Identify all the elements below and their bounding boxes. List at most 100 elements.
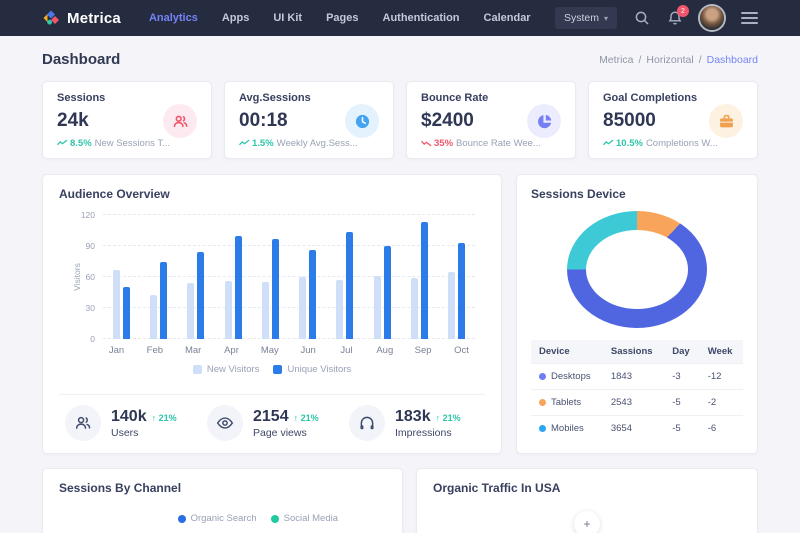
x-tick-label: Jun (298, 345, 319, 356)
bar-unique-visitors (197, 252, 204, 339)
day-cell: -5 (664, 416, 700, 442)
stat-card-bounce-rate: Bounce Rate $2400 35% Bounce Rate Wee... (406, 81, 576, 159)
sessions-by-channel-title: Sessions By Channel (59, 481, 386, 495)
summary-label: Users (111, 427, 177, 439)
x-tick-label: May (259, 345, 280, 356)
sessions-device-donut-chart (567, 211, 707, 328)
legend-swatch (193, 365, 202, 374)
breadcrumb-item-horizontal[interactable]: Horizontal (646, 54, 693, 66)
summary-delta: ↑ 21% (294, 413, 319, 423)
stat-desc-text: Weekly Avg.Sess... (277, 138, 358, 148)
eye-icon (207, 405, 243, 441)
search-button[interactable] (634, 10, 650, 26)
stat-card-goal-completions: Goal Completions 85000 10.5% Completions… (588, 81, 758, 159)
y-tick-label: 90 (86, 241, 95, 251)
page-header: Dashboard Metrica / Horizontal / Dashboard (0, 36, 800, 81)
stat-value: 00:18 (239, 110, 288, 132)
breadcrumb-item-dashboard[interactable]: Dashboard (707, 54, 758, 66)
bar-new-visitors (299, 277, 306, 339)
audience-summary-row: 140k ↑ 21% Users (59, 394, 485, 441)
nav-item-ui-kit[interactable]: UI Kit (273, 12, 302, 24)
system-dropdown-label: System (564, 12, 599, 24)
legend-item-new-visitors: New Visitors (193, 364, 260, 375)
column-header-device: Device (531, 340, 603, 364)
legend-item-organic-search: Organic Search (178, 513, 257, 524)
nav-item-pages[interactable]: Pages (326, 12, 358, 24)
sessions-device-card: Sessions Device DeviceSassionsDayWeek De… (516, 174, 758, 454)
y-tick-label: 60 (86, 272, 95, 282)
organic-traffic-usa-card: Organic Traffic In USA + (416, 468, 758, 533)
top-navbar: Metrica Analytics Apps UI Kit Pages Authenti… (0, 0, 800, 36)
y-tick-label: 120 (81, 210, 95, 220)
device-dot (539, 399, 546, 406)
navbar-actions: System ▾ 2 (555, 6, 758, 30)
bar-unique-visitors (235, 236, 242, 339)
stat-desc-text: Completions W... (646, 138, 718, 148)
table-row-tablets: Tablets2543-5-2 (531, 390, 743, 416)
device-cell: Desktops (531, 364, 603, 390)
users-icon (65, 405, 101, 441)
system-dropdown[interactable]: System ▾ (555, 7, 617, 29)
nav-item-authentication[interactable]: Authentication (383, 12, 460, 24)
bar-group-sep (411, 215, 428, 339)
day-cell: -5 (664, 390, 700, 416)
x-tick-label: Aug (374, 345, 395, 356)
week-cell: -2 (700, 390, 743, 416)
nav-item-calendar[interactable]: Calendar (484, 12, 531, 24)
breadcrumb-separator: / (639, 54, 642, 66)
notifications-button[interactable]: 2 (667, 10, 683, 26)
bar-group-feb (150, 215, 167, 339)
bar-new-visitors (187, 283, 194, 339)
day-cell: -3 (664, 364, 700, 390)
brand-logo[interactable]: Metrica (42, 9, 121, 27)
breadcrumb-item-metrica[interactable]: Metrica (599, 54, 633, 66)
bar-group-may (262, 215, 279, 339)
sassions-cell: 3654 (603, 416, 664, 442)
trend-indicator: 10.5% (603, 138, 643, 148)
summary-label: Page views (253, 427, 319, 439)
bar-unique-visitors (123, 287, 130, 339)
chevron-down-icon: ▾ (604, 14, 608, 23)
legend-dot (271, 515, 279, 523)
stat-label: Goal Completions (603, 92, 743, 104)
summary-value: 2154 (253, 408, 289, 426)
nav-item-analytics[interactable]: Analytics (149, 12, 198, 24)
bar-new-visitors (336, 280, 343, 339)
user-avatar[interactable] (700, 6, 724, 30)
x-tick-label: Jul (336, 345, 357, 356)
bar-unique-visitors (346, 232, 353, 339)
bar-group-mar (187, 215, 204, 339)
map-zoom-in-button[interactable]: + (574, 511, 600, 533)
breadcrumb-separator: / (699, 54, 702, 66)
briefcase-icon (709, 104, 743, 138)
y-tick-label: 0 (90, 334, 95, 344)
table-row-mobiles: Mobiles3654-5-6 (531, 416, 743, 442)
hamburger-icon (741, 12, 758, 24)
legend-item-unique-visitors: Unique Visitors (273, 364, 351, 375)
column-header-day: Day (664, 340, 700, 364)
x-tick-label: Apr (221, 345, 242, 356)
breadcrumb: Metrica / Horizontal / Dashboard (599, 54, 758, 66)
bar-unique-visitors (421, 222, 428, 339)
audience-legend: New Visitors Unique Visitors (59, 364, 485, 375)
audience-overview-title: Audience Overview (59, 187, 485, 201)
channel-legend: Organic SearchSocial Media (59, 513, 386, 524)
device-dot (539, 425, 546, 432)
device-dot (539, 373, 546, 380)
page-title: Dashboard (42, 51, 120, 68)
stat-card-avg-sessions: Avg.Sessions 00:18 1.5% Weekly Avg.Sess.… (224, 81, 394, 159)
bar-new-visitors (113, 270, 120, 339)
nav-item-apps[interactable]: Apps (222, 12, 250, 24)
audience-x-labels: JanFebMarAprMayJunJulAugSepOct (103, 345, 475, 356)
y-axis-label: Visitors (72, 263, 82, 291)
sessions-device-title: Sessions Device (531, 187, 743, 201)
column-header-week: Week (700, 340, 743, 364)
legend-label: New Visitors (207, 364, 260, 375)
menu-toggle-button[interactable] (741, 12, 758, 24)
bar-unique-visitors (309, 250, 316, 339)
metrica-logo-icon (42, 9, 60, 27)
bar-group-aug (374, 215, 391, 339)
bar-new-visitors (448, 272, 455, 339)
summary-value: 140k (111, 408, 147, 426)
bar-unique-visitors (160, 262, 167, 340)
